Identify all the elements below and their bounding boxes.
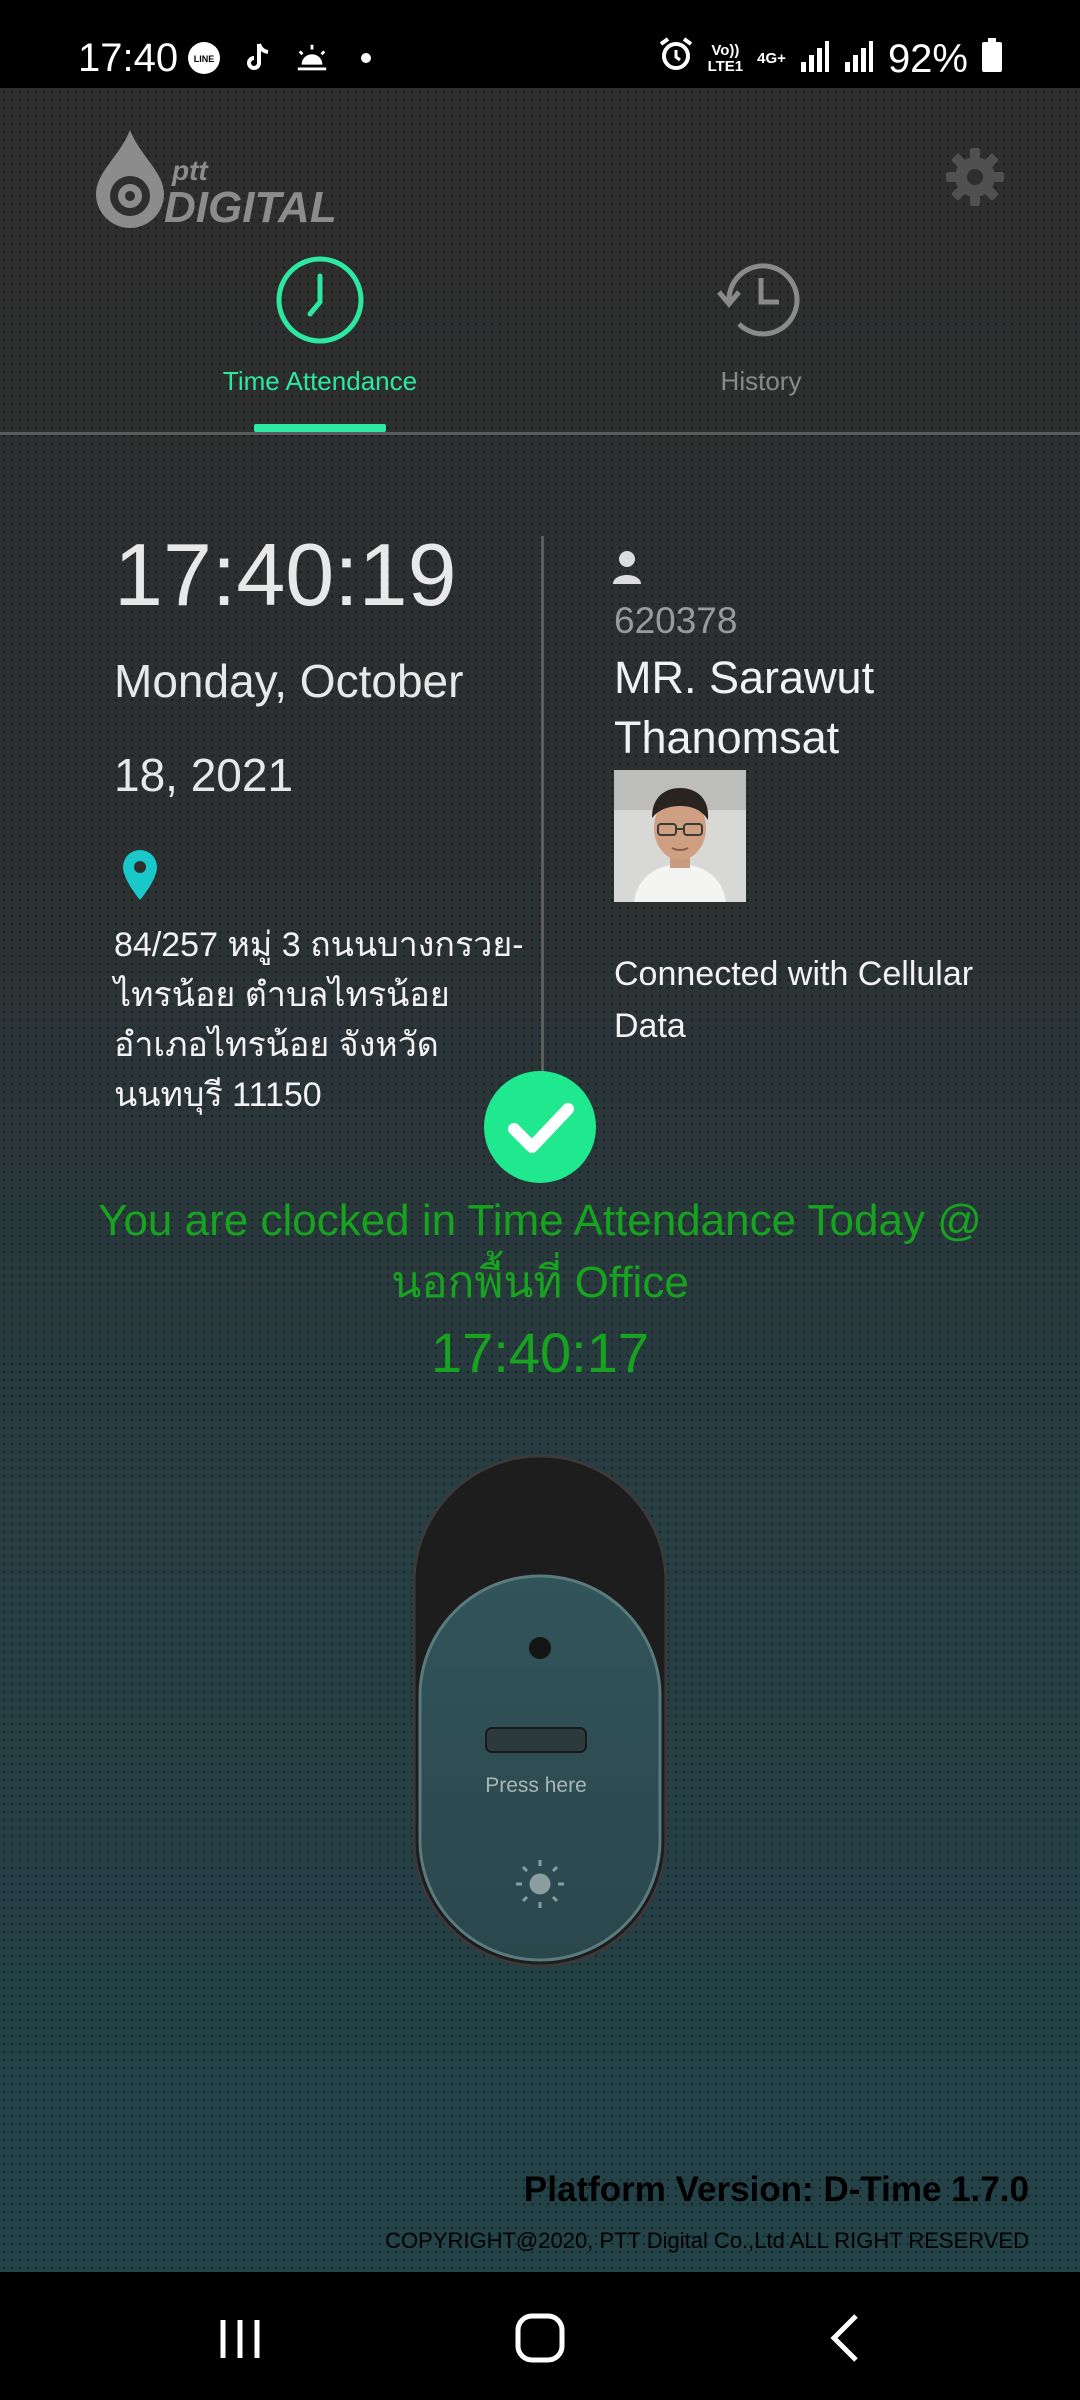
logo-text-large: DIGITAL bbox=[164, 183, 337, 228]
tiktok-icon bbox=[240, 40, 276, 76]
gear-icon[interactable] bbox=[944, 146, 1006, 208]
clocked-in-time: 17:40:17 bbox=[431, 1321, 649, 1384]
current-time: 17:40:19 bbox=[114, 525, 457, 624]
tab-time-attendance[interactable]: Time Attendance bbox=[150, 254, 490, 434]
tab-bar: Time Attendance History bbox=[0, 254, 1080, 434]
system-nav-bar bbox=[0, 2272, 1080, 2400]
history-icon bbox=[717, 263, 800, 337]
notification-icons: LINE bbox=[186, 40, 384, 76]
tabs-divider bbox=[0, 432, 1080, 435]
app-screen: ptt DIGITAL Time Attendance History 17:4… bbox=[0, 88, 1080, 2272]
employee-name: MR. Sarawut Thanomsat bbox=[614, 652, 875, 763]
connection-status: Connected with Cellular Data bbox=[614, 955, 974, 1045]
date-line-2: 18, 2021 bbox=[114, 749, 294, 801]
system-icons: Vo)) LTE1 4G+ 92% bbox=[658, 36, 1002, 82]
status-bar: 17:40 LINE Vo)) LTE1 4G+ 92% bbox=[0, 0, 1080, 88]
line-icon: LINE bbox=[186, 40, 222, 76]
battery-percent: 92% bbox=[887, 36, 968, 81]
network-type: 4G+ bbox=[757, 50, 786, 67]
tab-label: History bbox=[720, 366, 802, 396]
copyright-text: COPYRIGHT@2020, PTT Digital Co.,Ltd ALL … bbox=[385, 2228, 1029, 2253]
press-here-label: Press here bbox=[485, 1774, 587, 1797]
logo-text-small: ptt bbox=[171, 155, 209, 186]
active-tab-indicator bbox=[254, 424, 386, 432]
home-icon[interactable] bbox=[505, 2302, 575, 2372]
user-icon bbox=[613, 551, 641, 584]
status-time: 17:40 bbox=[78, 36, 179, 80]
tab-label: Time Attendance bbox=[222, 366, 418, 396]
clocked-in-message: You are clocked in Time Attendance Today… bbox=[98, 1196, 982, 1307]
clock-icon bbox=[276, 256, 364, 344]
success-check-icon bbox=[484, 1071, 596, 1183]
recent-apps-icon[interactable] bbox=[205, 2302, 275, 2372]
ptt-digital-logo: ptt DIGITAL bbox=[96, 130, 337, 228]
alarm-icon bbox=[658, 36, 694, 82]
battery-icon bbox=[982, 37, 1002, 82]
date-line-1: Monday, October bbox=[114, 655, 464, 707]
employee-id: 620378 bbox=[614, 600, 738, 641]
dot-icon bbox=[348, 40, 384, 76]
platform-version: Platform Version: D-Time 1.7.0 bbox=[523, 2170, 1029, 2209]
location-pin-icon bbox=[123, 850, 157, 900]
weather-icon bbox=[294, 40, 330, 76]
volte-indicator: Vo)) LTE1 bbox=[707, 42, 744, 75]
signal-icon bbox=[800, 37, 830, 82]
svg-text:LINE: LINE bbox=[194, 54, 215, 64]
tab-history[interactable]: History bbox=[591, 254, 931, 434]
back-icon[interactable] bbox=[810, 2302, 880, 2372]
press-here-button[interactable] bbox=[412, 1454, 668, 2054]
user-photo bbox=[614, 770, 746, 902]
signal-icon bbox=[844, 37, 874, 82]
column-divider bbox=[541, 536, 544, 1144]
location-address: 84/257 หมู่ 3 ถนนบางกรวย-ไทรน้อย ตำบลไทร… bbox=[114, 926, 524, 1114]
